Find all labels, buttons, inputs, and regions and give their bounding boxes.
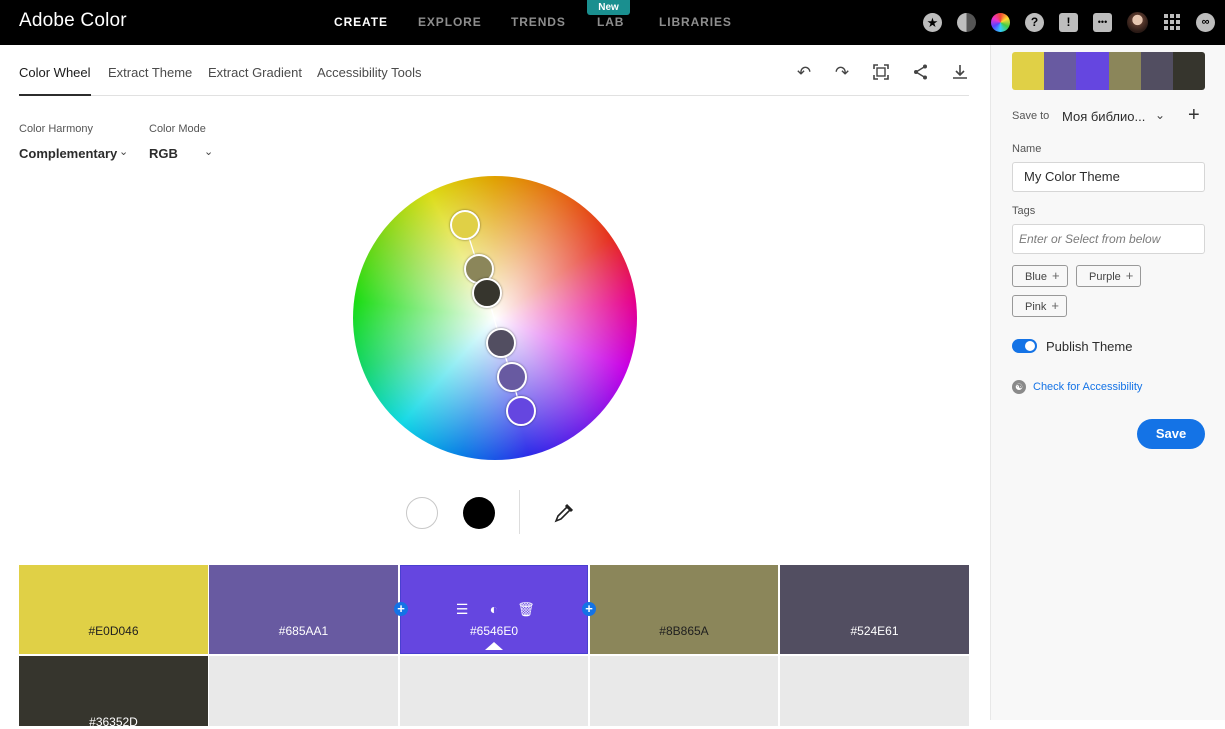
creative-cloud-icon[interactable]: ∞ [1196, 13, 1215, 32]
tags-input[interactable]: Enter or Select from below [1012, 224, 1205, 254]
color-wheel[interactable] [353, 176, 637, 460]
hex-label[interactable]: #524E61 [780, 624, 969, 638]
hex-label[interactable]: #6546E0 [400, 624, 588, 638]
active-swatch-caret [485, 642, 503, 650]
name-label: Name [1012, 143, 1042, 155]
chevron-down-icon[interactable]: ⌄ [119, 145, 128, 158]
theme-name-input[interactable]: My Color Theme [1012, 162, 1205, 192]
mode-dropdown[interactable]: RGB [149, 146, 178, 161]
hex-label[interactable]: #36352D [19, 715, 208, 729]
trash-icon[interactable]: 🗑 [516, 601, 536, 618]
empty-slot [780, 656, 969, 726]
share-icon[interactable] [911, 63, 931, 83]
preview-swatch [1140, 52, 1173, 90]
add-library-button[interactable]: + [1188, 104, 1200, 127]
chevron-down-icon[interactable]: ⌄ [1155, 108, 1165, 122]
library-dropdown[interactable]: Моя библио... [1062, 109, 1145, 124]
plus-icon: + [1125, 268, 1134, 283]
chevron-down-icon[interactable]: ⌄ [204, 145, 213, 158]
accessibility-icon: ☯ [1012, 380, 1026, 394]
harmony-dropdown[interactable]: Complementary [19, 146, 117, 161]
contrast-icon[interactable]: ◐ [484, 601, 504, 617]
nav-libraries[interactable]: LIBRARIES [659, 15, 732, 29]
save-to-label: Save to [1012, 110, 1050, 122]
plus-icon: + [1051, 298, 1059, 313]
harmony-label: Color Harmony [19, 123, 93, 135]
top-navigation-bar: Adobe Color CREATE EXPLORE TRENDS LAB LI… [0, 0, 1225, 45]
check-accessibility-link[interactable]: Check for Accessibility [1033, 381, 1142, 393]
tab-extract-gradient[interactable]: Extract Gradient [208, 65, 302, 96]
download-icon[interactable] [950, 63, 970, 83]
wheel-handle[interactable] [450, 210, 480, 240]
alert-icon[interactable]: ! [1059, 13, 1078, 32]
hex-label[interactable]: #E0D046 [19, 624, 208, 638]
publish-toggle[interactable] [1012, 339, 1037, 353]
plus-icon: + [1052, 268, 1060, 283]
apps-grid-icon[interactable] [1163, 13, 1182, 32]
preview-swatch [1012, 52, 1045, 90]
tag-blue[interactable]: Blue + [1012, 265, 1068, 287]
wheel-handle[interactable] [506, 396, 536, 426]
chat-icon[interactable]: ••• [1093, 13, 1112, 32]
publish-label: Publish Theme [1046, 339, 1133, 354]
tag-pink[interactable]: Pink + [1012, 295, 1067, 317]
sliders-icon[interactable]: ☰ [452, 601, 472, 618]
palette-swatch[interactable]: #36352D [19, 656, 208, 729]
palette-swatch[interactable]: #E0D046 [19, 565, 208, 654]
wheel-handle[interactable] [497, 362, 527, 392]
avatar[interactable] [1127, 12, 1148, 33]
tab-color-wheel[interactable]: Color Wheel [19, 65, 91, 96]
new-badge: New [587, 0, 630, 15]
tags-label: Tags [1012, 205, 1036, 217]
preview-swatch [1076, 52, 1109, 90]
tag-label: Pink [1025, 301, 1047, 313]
undo-icon[interactable]: ↶ [794, 63, 814, 83]
white-swatch[interactable] [406, 497, 438, 529]
palette-swatch[interactable]: #685AA1 [209, 565, 398, 654]
redo-icon[interactable]: ↷ [832, 63, 852, 83]
tab-accessibility-tools[interactable]: Accessibility Tools [317, 65, 422, 96]
color-wheel-icon[interactable] [991, 13, 1010, 32]
moon-icon[interactable] [957, 13, 976, 32]
empty-slot [209, 656, 398, 726]
fit-icon[interactable] [871, 63, 891, 83]
divider [519, 490, 520, 534]
tag-label: Purple [1089, 271, 1121, 283]
empty-slot [400, 656, 588, 726]
tool-tabs: Color Wheel Extract Theme Extract Gradie… [19, 63, 970, 96]
nav-create[interactable]: CREATE [334, 15, 388, 29]
swatch-tools: ☰ ◐ 🗑 [400, 601, 588, 618]
palette-swatch[interactable]: #8B865A [590, 565, 778, 654]
palette-swatch[interactable]: #524E61 [780, 565, 969, 654]
tag-purple[interactable]: Purple + [1076, 265, 1141, 287]
preview-swatch [1044, 52, 1077, 90]
save-button[interactable]: Save [1137, 419, 1205, 449]
wheel-handle[interactable] [486, 328, 516, 358]
black-swatch[interactable] [463, 497, 495, 529]
preview-swatch [1108, 52, 1141, 90]
tab-extract-theme[interactable]: Extract Theme [108, 65, 192, 96]
preview-swatch [1172, 52, 1205, 90]
hex-label[interactable]: #685AA1 [209, 624, 398, 638]
hex-label[interactable]: #8B865A [590, 624, 778, 638]
help-icon[interactable]: ? [1025, 13, 1044, 32]
star-icon[interactable]: ★ [923, 13, 942, 32]
tag-label: Blue [1025, 271, 1048, 283]
palette-swatch[interactable]: #6546E0 ☰ ◐ 🗑 [400, 565, 588, 654]
nav-trends[interactable]: TRENDS [511, 15, 566, 29]
empty-slot [590, 656, 778, 726]
add-color-right-button[interactable]: + [582, 602, 596, 616]
mode-label: Color Mode [149, 123, 206, 135]
eyedropper-icon[interactable] [552, 501, 576, 525]
nav-lab[interactable]: LAB [597, 15, 624, 29]
add-color-left-button[interactable]: + [394, 602, 408, 616]
wheel-handle[interactable] [472, 278, 502, 308]
theme-preview [1012, 52, 1205, 90]
nav-explore[interactable]: EXPLORE [418, 15, 482, 29]
